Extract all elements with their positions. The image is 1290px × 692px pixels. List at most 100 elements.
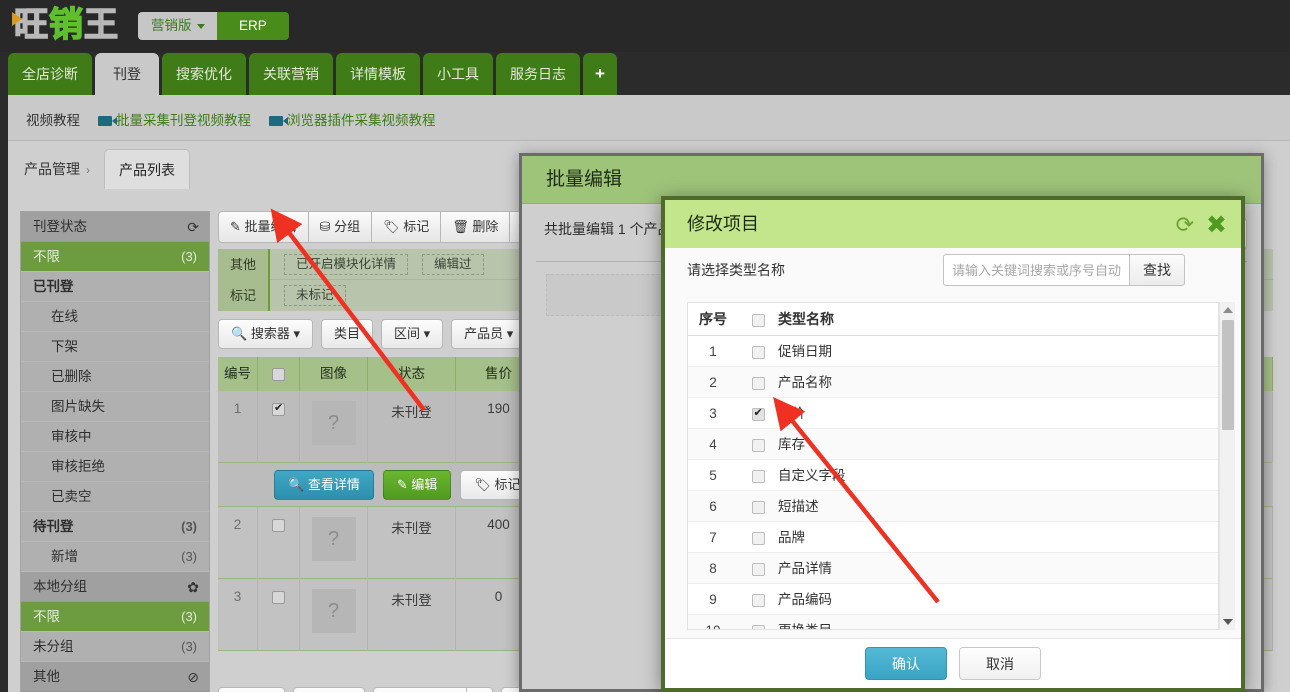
list-item[interactable]: 1 促销日期	[688, 336, 1218, 367]
list-item[interactable]: 7 品牌	[688, 522, 1218, 553]
sidebar-item-buxian-group[interactable]: 不限 (3)	[21, 602, 209, 632]
filter-chip[interactable]: 编辑过	[422, 254, 484, 275]
item-checkbox[interactable]	[751, 406, 765, 421]
list-scrollbar[interactable]	[1219, 302, 1235, 630]
bottom-group-button[interactable]: ⛁ 分组	[218, 687, 285, 692]
item-checkbox[interactable]	[751, 438, 765, 452]
add-tab-button[interactable]: +	[583, 53, 617, 95]
subnav-link-browser-plugin[interactable]: 浏览器插件采集视频教程	[269, 109, 436, 129]
item-checkbox-cell[interactable]	[738, 491, 778, 521]
item-seq: 3	[709, 406, 717, 421]
edit-row-button[interactable]: ✎ 编辑	[382, 469, 452, 500]
scrollbar-thumb[interactable]	[1222, 320, 1234, 430]
sidebar-item-yishanchu[interactable]: 已删除	[21, 362, 209, 392]
sidebar-item-weifenzu[interactable]: 未分组 (3)	[21, 632, 209, 662]
list-item[interactable]: 6 短描述	[688, 491, 1218, 522]
refresh-icon[interactable]: ⟳	[1176, 201, 1194, 249]
tab-xiangqingmoban[interactable]: 详情模板	[336, 53, 420, 95]
item-checkbox[interactable]	[751, 531, 765, 545]
item-checkbox-cell[interactable]	[738, 336, 778, 366]
list-item[interactable]: 8 产品详情	[688, 553, 1218, 584]
item-checkbox-cell[interactable]	[738, 522, 778, 552]
filter-chip[interactable]: 已开启模块化详情	[284, 254, 409, 275]
block-icon[interactable]: ⊘	[187, 662, 199, 692]
filter-chip[interactable]: 未标记	[284, 285, 346, 306]
item-checkbox[interactable]	[751, 593, 765, 607]
item-checkbox-cell[interactable]	[738, 553, 778, 583]
item-checkbox[interactable]	[751, 345, 765, 359]
tab-guanlianyingxiao[interactable]: 关联营销	[249, 53, 333, 95]
list-item[interactable]: 9 产品编码	[688, 584, 1218, 615]
list-item[interactable]: 5 自定义字段	[688, 460, 1218, 491]
brand-logo[interactable]: 旺销王	[13, 3, 142, 47]
th-select-all[interactable]	[258, 357, 300, 391]
list-item[interactable]: 2 产品名称	[688, 367, 1218, 398]
row-checkbox[interactable]	[272, 401, 285, 416]
close-icon[interactable]: ✖	[1206, 201, 1227, 249]
sidebar-item-zaixian[interactable]: 在线	[21, 302, 209, 332]
cancel-button[interactable]: 取消	[959, 647, 1041, 680]
mark-button[interactable]: 🏷 标记	[371, 211, 442, 243]
sidebar-item-shenhezhong[interactable]: 审核中	[21, 422, 209, 452]
row-checkbox[interactable]	[272, 590, 285, 604]
scroll-up-arrow-icon[interactable]	[1220, 302, 1236, 318]
item-checkbox-cell[interactable]	[738, 367, 778, 397]
item-checkbox-cell[interactable]	[738, 429, 778, 459]
tab-fuwurizhi[interactable]: 服务日志	[496, 53, 580, 95]
item-checkbox[interactable]	[751, 562, 765, 576]
list-item[interactable]: 10 更换类目	[688, 615, 1218, 629]
sidebar-item-yikandeng[interactable]: 已刊登	[21, 272, 209, 302]
version-selector[interactable]: 营销版	[138, 12, 218, 40]
tab-kandeng[interactable]: 刊登	[95, 53, 159, 95]
sidebar-item-shenhejujue[interactable]: 审核拒绝	[21, 452, 209, 482]
batch-edit-button[interactable]: ✎ 批量编辑	[218, 211, 309, 243]
download-images-button[interactable]: ☁ 下载图像	[372, 687, 468, 692]
delete-button[interactable]: 🗑 删除	[440, 211, 511, 243]
breadcrumb-tab-product-list[interactable]: 产品列表	[104, 149, 190, 189]
tab-quandianzhenduan[interactable]: 全店诊断	[8, 53, 92, 95]
item-checkbox[interactable]	[751, 469, 765, 483]
item-checkbox[interactable]	[751, 376, 765, 390]
sidebar-item-tupianqueshi[interactable]: 图片缺失	[21, 392, 209, 422]
th-select-all-cell[interactable]	[738, 303, 778, 335]
scroll-down-arrow-icon[interactable]	[1220, 614, 1236, 630]
confirm-button[interactable]: 确认	[865, 647, 947, 680]
erp-button[interactable]: ERP	[217, 12, 289, 40]
sidebar-item-buxian-status[interactable]: 不限 (3)	[21, 242, 209, 272]
category-button[interactable]: 类目	[320, 319, 373, 349]
download-more-button[interactable]: ▾	[467, 687, 493, 692]
row-checkbox[interactable]	[272, 518, 285, 532]
view-detail-button[interactable]: 🔍 查看详情	[274, 469, 374, 500]
item-checkbox-cell[interactable]	[738, 584, 778, 614]
sidebar-item-xiajia[interactable]: 下架	[21, 332, 209, 362]
sidebar-item-daikandeng[interactable]: 待刊登 (3)	[21, 512, 209, 542]
sidebar-item-xinzeng[interactable]: 新增 (3)	[21, 542, 209, 572]
item-checkbox-cell[interactable]	[738, 615, 778, 629]
staff-dropdown[interactable]: 产品员 ▾	[451, 319, 527, 349]
bottom-mark-button[interactable]: 🏷 标记	[292, 687, 365, 692]
search-button[interactable]: 查找	[1129, 254, 1185, 286]
cell-checkbox[interactable]	[258, 507, 300, 579]
filter-chip-row-label: 其他	[218, 249, 270, 280]
cell-checkbox[interactable]	[258, 391, 300, 463]
range-dropdown[interactable]: 区间 ▾	[380, 319, 444, 349]
search-input[interactable]	[943, 254, 1129, 286]
list-item[interactable]: 4 库存	[688, 429, 1218, 460]
refresh-icon[interactable]: ⟳	[187, 212, 199, 242]
breadcrumb-root[interactable]: 产品管理 ›	[20, 149, 104, 189]
select-all-checkbox[interactable]	[751, 313, 765, 327]
tab-xiaogongju[interactable]: 小工具	[423, 53, 493, 95]
item-checkbox[interactable]	[751, 500, 765, 514]
item-checkbox-cell[interactable]	[738, 460, 778, 490]
group-button[interactable]: ⛁ 分组	[307, 211, 373, 243]
cell-checkbox[interactable]	[258, 579, 300, 651]
gear-icon[interactable]: ✿	[187, 572, 199, 602]
item-checkbox-cell[interactable]	[738, 398, 778, 428]
list-item[interactable]: 3 售价	[688, 398, 1218, 429]
sidebar-item-yimaikong[interactable]: 已卖空	[21, 482, 209, 512]
subnav-link-batch-collect[interactable]: 批量采集刊登视频教程	[98, 109, 251, 129]
tab-sousuoyouhua[interactable]: 搜索优化	[162, 53, 246, 95]
select-all-checkbox[interactable]	[272, 367, 285, 381]
item-checkbox[interactable]	[751, 624, 765, 629]
searcher-dropdown[interactable]: 🔍 搜索器 ▾	[218, 319, 313, 349]
